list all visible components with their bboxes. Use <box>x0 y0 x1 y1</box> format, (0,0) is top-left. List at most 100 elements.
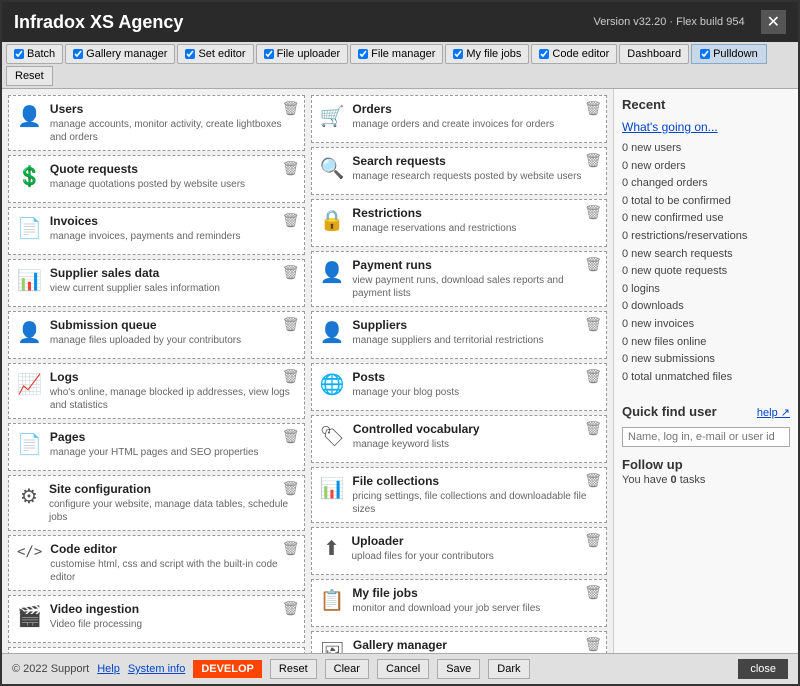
pages-title: Pages <box>50 430 296 444</box>
tab-set-editor-label: Set editor <box>198 48 245 60</box>
grid-item-gallery-manager[interactable]: 🖼 Gallery manager Manage galleries and s… <box>311 631 608 653</box>
grid-item-video-ingestion[interactable]: 🎬 Video ingestion Video file processing … <box>8 595 305 643</box>
tab-code-editor[interactable]: Code editor <box>531 44 617 64</box>
tab-file-manager[interactable]: File manager <box>350 44 443 64</box>
footer-system-info[interactable]: System info <box>128 663 185 675</box>
file-collections-delete-icon[interactable]: 🗑 <box>584 472 602 489</box>
grid-item-uploader[interactable]: ⬆ Uploader upload files for your contrib… <box>311 527 608 575</box>
restrictions-delete-icon[interactable]: 🗑 <box>584 204 602 221</box>
video-ingestion-delete-icon[interactable]: 🗑 <box>282 600 300 617</box>
site-config-icon: ⚙ <box>17 484 41 509</box>
tab-batch-checkbox[interactable] <box>14 49 24 59</box>
search-requests-delete-icon[interactable]: 🗑 <box>584 152 602 169</box>
grid-item-pages[interactable]: 📄 Pages manage your HTML pages and SEO p… <box>8 423 305 471</box>
search-requests-desc: manage research requests posted by websi… <box>352 170 598 183</box>
logs-icon: 📈 <box>17 372 42 397</box>
pages-delete-icon[interactable]: 🗑 <box>282 428 300 445</box>
posts-delete-icon[interactable]: 🗑 <box>584 368 602 385</box>
invoices-delete-icon[interactable]: 🗑 <box>282 212 300 229</box>
reset-tab-button[interactable]: Reset <box>6 66 53 86</box>
pages-icon: 📄 <box>17 432 42 457</box>
modal-close-button[interactable]: ✕ <box>761 10 786 34</box>
my-file-jobs-delete-icon[interactable]: 🗑 <box>584 584 602 601</box>
grid-item-site-config[interactable]: ⚙ Site configuration configure your webs… <box>8 475 305 531</box>
grid-item-supplier-sales-data[interactable]: 📊 Supplier sales data view current suppl… <box>8 259 305 307</box>
submission-queue-delete-icon[interactable]: 🗑 <box>282 316 300 333</box>
users-desc: manage accounts, monitor activity, creat… <box>50 118 296 144</box>
my-file-jobs-icon: 📋 <box>320 588 345 613</box>
uploader-icon: ⬆ <box>320 536 344 561</box>
grid-item-code-editor[interactable]: </> Code editor customise html, css and … <box>8 535 305 591</box>
stat-new-quote-requests: 0 new quote requests <box>622 263 790 281</box>
tab-dashboard[interactable]: Dashboard <box>619 44 689 64</box>
tab-file-uploader-checkbox[interactable] <box>264 49 274 59</box>
payment-runs-delete-icon[interactable]: 🗑 <box>584 256 602 273</box>
grid-item-suppliers[interactable]: 👤 Suppliers manage suppliers and territo… <box>311 311 608 359</box>
logs-delete-icon[interactable]: 🗑 <box>282 368 300 385</box>
grid-item-orders[interactable]: 🛒 Orders manage orders and create invoic… <box>311 95 608 143</box>
file-manager-delete-icon[interactable]: 🗑 <box>282 652 300 653</box>
tab-gallery-manager[interactable]: Gallery manager <box>65 44 175 64</box>
footer-help[interactable]: Help <box>97 663 120 675</box>
tab-my-file-jobs-checkbox[interactable] <box>453 49 463 59</box>
site-config-title: Site configuration <box>49 482 296 496</box>
grid-item-restrictions[interactable]: 🔒 Restrictions manage reservations and r… <box>311 199 608 247</box>
grid-item-search-requests[interactable]: 🔍 Search requests manage research reques… <box>311 147 608 195</box>
supplier-sales-delete-icon[interactable]: 🗑 <box>282 264 300 281</box>
close-bottom-button[interactable]: close <box>738 659 788 679</box>
grid-item-posts[interactable]: 🌐 Posts manage your blog posts 🗑 <box>311 363 608 411</box>
grid-item-users[interactable]: 👤 Users manage accounts, monitor activit… <box>8 95 305 151</box>
gallery-manager-delete-icon[interactable]: 🗑 <box>584 636 602 653</box>
suppliers-delete-icon[interactable]: 🗑 <box>584 316 602 333</box>
pulldown-checkbox[interactable] <box>700 49 710 59</box>
tab-set-editor-checkbox[interactable] <box>185 49 195 59</box>
pages-desc: manage your HTML pages and SEO propertie… <box>50 446 296 459</box>
tab-my-file-jobs[interactable]: My file jobs <box>445 44 529 64</box>
users-delete-icon[interactable]: 🗑 <box>282 100 300 117</box>
tab-gallery-manager-label: Gallery manager <box>86 48 167 60</box>
stat-changed-orders: 0 changed orders <box>622 175 790 193</box>
orders-title: Orders <box>352 102 598 116</box>
grid-item-invoices[interactable]: 📄 Invoices manage invoices, payments and… <box>8 207 305 255</box>
submission-queue-icon: 👤 <box>17 320 42 345</box>
uploader-delete-icon[interactable]: 🗑 <box>584 532 602 549</box>
help-link[interactable]: help ↗ <box>757 406 790 419</box>
grid-item-controlled-vocabulary[interactable]: 🏷 Controlled vocabulary manage keyword l… <box>311 415 608 463</box>
tab-gallery-manager-checkbox[interactable] <box>73 49 83 59</box>
supplier-sales-desc: view current supplier sales information <box>50 282 296 295</box>
dark-button[interactable]: Dark <box>488 659 529 679</box>
stats-list: 0 new users 0 new orders 0 changed order… <box>622 140 790 386</box>
quote-requests-delete-icon[interactable]: 🗑 <box>282 160 300 177</box>
whats-going-on-link[interactable]: What's going on... <box>622 120 790 134</box>
save-button[interactable]: Save <box>437 659 480 679</box>
pulldown-button[interactable]: Pulldown <box>691 44 767 64</box>
cancel-button[interactable]: Cancel <box>377 659 429 679</box>
payment-runs-desc: view payment runs, download sales report… <box>352 274 598 300</box>
reset-button[interactable]: Reset <box>270 659 317 679</box>
tab-dashboard-label: Dashboard <box>627 48 681 60</box>
grid-item-payment-runs[interactable]: 👤 Payment runs view payment runs, downlo… <box>311 251 608 307</box>
orders-delete-icon[interactable]: 🗑 <box>584 100 602 117</box>
grid-item-file-collections[interactable]: 📊 File collections pricing settings, fil… <box>311 467 608 523</box>
quick-find-header: Quick find user help ↗ <box>622 404 790 421</box>
grid-item-my-file-jobs[interactable]: 📋 My file jobs monitor and download your… <box>311 579 608 627</box>
grid-item-file-manager[interactable]: 📁 File manager Manage website assets 🗑 <box>8 647 305 653</box>
tab-file-uploader[interactable]: File uploader <box>256 44 349 64</box>
code-editor-delete-icon[interactable]: 🗑 <box>282 540 300 557</box>
grid-item-logs[interactable]: 📈 Logs who's online, manage blocked ip a… <box>8 363 305 419</box>
clear-button[interactable]: Clear <box>325 659 369 679</box>
tab-code-editor-checkbox[interactable] <box>539 49 549 59</box>
tab-batch[interactable]: Batch <box>6 44 63 64</box>
quick-find-input[interactable] <box>622 427 790 447</box>
grid-item-quote-requests[interactable]: 💲 Quote requests manage quotations poste… <box>8 155 305 203</box>
posts-desc: manage your blog posts <box>352 386 598 399</box>
video-ingestion-title: Video ingestion <box>50 602 296 616</box>
stat-downloads: 0 downloads <box>622 298 790 316</box>
controlled-vocab-delete-icon[interactable]: 🗑 <box>584 420 602 437</box>
develop-button[interactable]: DEVELOP <box>193 660 262 678</box>
suppliers-icon: 👤 <box>320 320 345 345</box>
site-config-delete-icon[interactable]: 🗑 <box>282 480 300 497</box>
tab-file-manager-checkbox[interactable] <box>358 49 368 59</box>
grid-item-submission-queue[interactable]: 👤 Submission queue manage files uploaded… <box>8 311 305 359</box>
tab-set-editor[interactable]: Set editor <box>177 44 253 64</box>
